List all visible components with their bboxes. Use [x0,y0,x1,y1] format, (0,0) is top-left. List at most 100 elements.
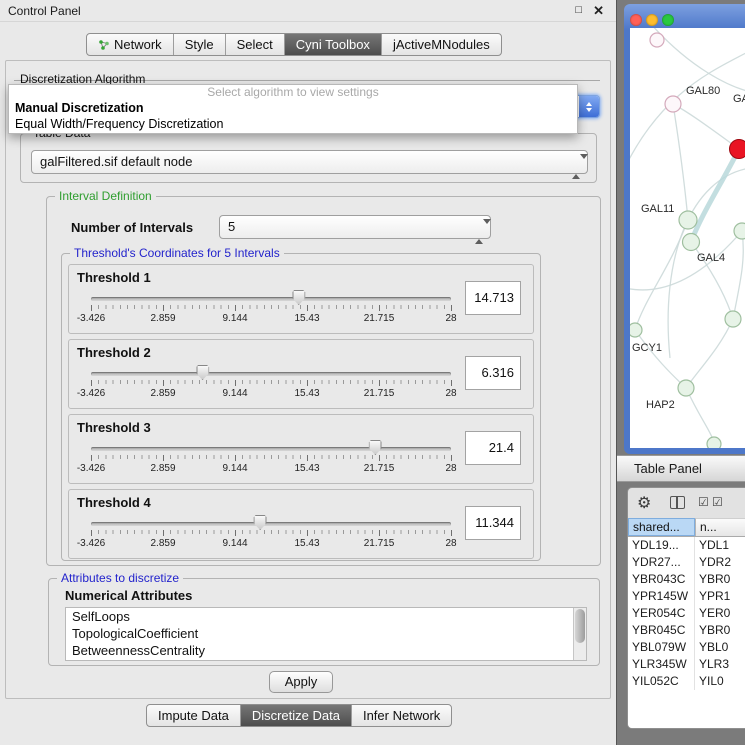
table-row[interactable]: YPR145WYPR1 [628,588,745,605]
table-row[interactable]: YIL052CYIL0 [628,673,745,690]
network-icon [98,39,110,51]
interval-definition-group: Interval Definition Number of Intervals … [46,196,601,566]
tick-label: 15.43 [294,538,319,549]
table-row[interactable]: YDR27...YDR2 [628,554,745,571]
threshold-1-value-field[interactable]: 14.713 [465,281,521,315]
gear-icon[interactable]: ⚙ [637,493,651,513]
tab-label: jActiveMNodules [393,34,490,55]
cyni-mode-tabs: Impute Data Discretize Data Infer Networ… [146,704,452,727]
tick-label: 2.859 [150,463,175,474]
network-node[interactable] [707,437,721,448]
threshold-2-value-field[interactable]: 6.316 [465,356,521,390]
list-item[interactable]: BetweennessCentrality [66,642,586,659]
tab-network[interactable]: Network [87,34,173,55]
tab-infer-network[interactable]: Infer Network [351,705,451,726]
select-all-checkbox-icon[interactable]: ☑ [698,495,709,509]
tick-label: 15.43 [294,388,319,399]
tick-label: 21.715 [364,538,395,549]
combo-stepper-icon [572,156,582,178]
list-scrollbar[interactable] [573,608,586,660]
column-header-shared-name[interactable]: shared... [628,518,695,536]
network-node[interactable] [678,380,694,396]
tick-label: 28 [445,463,456,474]
zoom-traffic-light-icon[interactable] [662,14,674,26]
node-label: GAL11 [641,203,674,215]
dropdown-option-equal-width-frequency[interactable]: Equal Width/Frequency Discretization [9,116,577,132]
threshold-1-slider[interactable] [91,297,451,301]
table-panel-header[interactable]: Table Panel [617,455,745,482]
tab-cyni-toolbox[interactable]: Cyni Toolbox [284,34,381,55]
slider-thumb[interactable] [196,365,209,380]
tick-label: 21.715 [364,388,395,399]
network-canvas[interactable]: GAL80 GA GAL11 GAL4 GCY1 HAP2 [630,28,745,448]
threshold-3-panel: Threshold 3 -3.426 2.859 9.144 15.43 21.… [68,414,534,484]
table-row[interactable]: YLR345WYLR3 [628,656,745,673]
threshold-3-slider[interactable] [91,447,451,451]
tick-label: -3.426 [77,538,105,549]
network-node[interactable] [650,33,664,47]
slider-major-ticks [91,530,452,536]
algorithm-dropdown-popup: Select algorithm to view settings Manual… [8,84,578,134]
table-header-row: shared... n... [628,518,745,537]
list-item[interactable]: TopologicalCoefficient [66,625,586,642]
thresholds-group-label: Threshold's Coordinates for 5 Intervals [70,246,284,260]
network-node[interactable] [725,311,741,327]
threshold-4-slider[interactable] [91,522,451,526]
slider-major-ticks [91,380,452,386]
table-data-combobox[interactable]: galFiltered.sif default node [31,150,588,174]
network-node[interactable] [665,96,681,112]
network-node[interactable] [630,323,642,337]
tab-label: Network [114,34,162,55]
close-icon[interactable]: ✕ [593,3,604,19]
network-node[interactable] [683,234,700,251]
tick-label: 9.144 [222,313,247,324]
slider-thumb[interactable] [369,440,382,455]
slider-major-ticks [91,455,452,461]
table-row[interactable]: YBR045CYBR0 [628,622,745,639]
slider-thumb[interactable] [292,290,305,305]
select-some-checkbox-icon[interactable]: ☑ [712,495,723,509]
node-label: GAL80 [686,85,720,97]
node-label: GA [733,93,745,105]
close-traffic-light-icon[interactable] [630,14,642,26]
table-toolbar: ⚙ ☑ ☑ [628,488,745,518]
table-data-value: galFiltered.sif default node [40,154,192,169]
network-node[interactable] [734,223,745,239]
apply-button[interactable]: Apply [269,671,333,693]
tab-select[interactable]: Select [225,34,284,55]
tab-style[interactable]: Style [173,34,225,55]
float-window-icon[interactable]: □ [575,4,582,16]
table-row[interactable]: YBR043CYBR0 [628,571,745,588]
column-header-name[interactable]: n... [695,518,745,536]
minimize-traffic-light-icon[interactable] [646,14,658,26]
threshold-label: Threshold 4 [77,495,151,510]
threshold-2-slider[interactable] [91,372,451,376]
network-node-selected[interactable] [730,140,745,159]
window-title: Control Panel [8,4,81,18]
threshold-3-value-field[interactable]: 21.4 [465,431,521,465]
tick-label: 15.43 [294,313,319,324]
tab-label: Discretize Data [252,705,340,726]
number-of-intervals-combobox[interactable]: 5 [219,215,491,239]
tab-impute-data[interactable]: Impute Data [147,705,240,726]
table-panel-window: ⚙ ☑ ☑ shared... n... YDL19...YDL1 YDR27.… [627,487,745,729]
tick-label: 9.144 [222,463,247,474]
numerical-attributes-list: SelfLoops TopologicalCoefficient Between… [65,607,587,661]
control-panel-titlebar: Control Panel □ ✕ [0,0,616,22]
tab-discretize-data[interactable]: Discretize Data [240,705,351,726]
scrollbar-thumb[interactable] [575,609,585,643]
dropdown-option-manual-discretization[interactable]: Manual Discretization [9,100,577,116]
table-row[interactable]: YBL079WYBL0 [628,639,745,656]
tab-jactivemnodules[interactable]: jActiveMNodules [381,34,501,55]
combo-stepper-icon[interactable] [579,96,599,117]
interval-definition-label: Interval Definition [55,189,156,203]
threshold-4-value-field[interactable]: 11.344 [465,506,521,540]
dropdown-placeholder: Select algorithm to view settings [9,85,577,100]
tick-label: 21.715 [364,313,395,324]
network-node[interactable] [679,211,697,229]
list-item[interactable]: SelfLoops [66,608,586,625]
table-row[interactable]: YDL19...YDL1 [628,537,745,554]
columns-icon[interactable] [670,496,685,509]
slider-thumb[interactable] [254,515,267,530]
table-row[interactable]: YER054CYER0 [628,605,745,622]
